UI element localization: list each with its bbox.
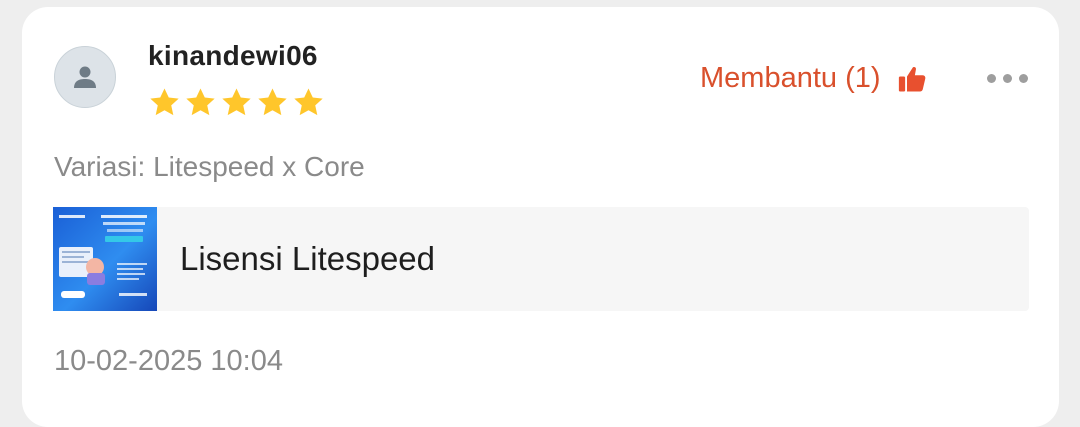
- more-options-button[interactable]: [987, 67, 1028, 89]
- review-card: kinandewi06 Membantu (1) Variasi: Litesp…: [22, 7, 1059, 427]
- star-rating: [148, 86, 325, 119]
- product-name: Lisensi Litespeed: [180, 240, 436, 277]
- avatar[interactable]: [54, 46, 116, 108]
- variation-text: Variasi: Litespeed x Core: [54, 151, 365, 182]
- product-thumbnail: [53, 207, 157, 311]
- product-link[interactable]: Lisensi Litespeed: [53, 207, 1029, 311]
- helpful-button[interactable]: Membantu (1): [700, 62, 927, 95]
- more-options-icon: [1019, 73, 1028, 83]
- review-timestamp: 10-02-2025 10:04: [54, 345, 283, 377]
- star-icon: [222, 88, 251, 116]
- star-icon: [258, 88, 287, 116]
- product-image: [59, 215, 147, 298]
- more-options-icon: [1003, 73, 1012, 83]
- thumbs-up-icon: [898, 66, 925, 91]
- user-avatar-icon: [74, 66, 96, 88]
- star-icon: [150, 88, 179, 116]
- star-icon: [294, 88, 323, 116]
- helpful-label: Membantu (1): [700, 62, 881, 94]
- star-icon: [186, 88, 215, 116]
- more-options-icon: [987, 73, 996, 83]
- reviewer-username[interactable]: kinandewi06: [148, 40, 318, 72]
